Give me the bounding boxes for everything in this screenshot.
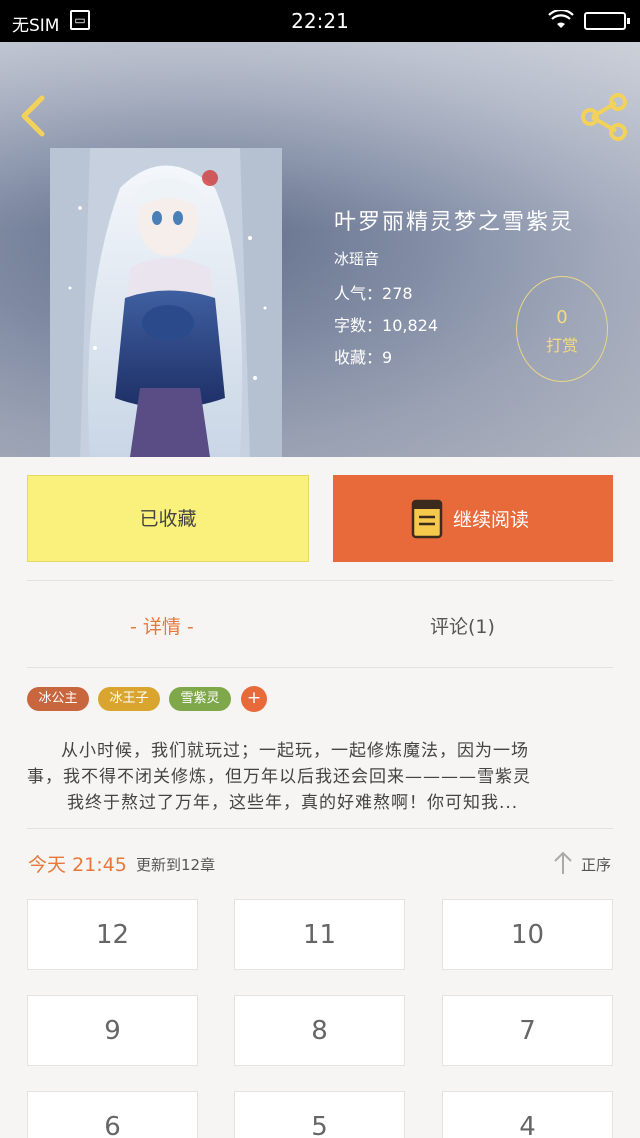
continue-reading-button[interactable]: 继续阅读 (333, 475, 613, 562)
add-tag-button[interactable]: + (241, 686, 267, 712)
chapter-button[interactable]: 8 (234, 995, 405, 1066)
battery-icon (584, 12, 630, 30)
chapter-button[interactable]: 7 (442, 995, 613, 1066)
tag-xue-ziling[interactable]: 雪紫灵 (169, 687, 231, 711)
share-icon[interactable] (578, 92, 630, 142)
popularity-value: 278 (382, 284, 413, 303)
update-clock: 21:45 (72, 854, 127, 876)
wifi-icon (548, 10, 574, 28)
continue-reading-label: 继续阅读 (453, 509, 530, 531)
chapter-button[interactable]: 9 (27, 995, 198, 1066)
chapter-button[interactable]: 10 (442, 899, 613, 970)
word-count-label: 字数： (334, 316, 383, 335)
clock: 22:21 (291, 9, 349, 33)
popularity-label: 人气： (334, 284, 383, 303)
status-bar: 无SIM ▭ 22:21 (0, 0, 640, 42)
summary-line: 事，我不得不闭关修炼，但万年以后我还会回来————雪紫灵 (27, 767, 531, 787)
book-author: 冰瑶音 (334, 250, 380, 268)
collect-count-label: 收藏： (334, 348, 383, 367)
update-time: 今天 21:45 (28, 850, 127, 877)
tab-detail[interactable]: - 详情 - (130, 612, 194, 639)
sort-order-toggle[interactable]: 正序 (581, 854, 611, 875)
collect-count-value: 9 (382, 348, 393, 367)
chapter-button[interactable]: 5 (234, 1091, 405, 1138)
book-header: 叶罗丽精灵梦之雪紫灵 冰瑶音 人气：278 字数：10,824 收藏：9 0 打… (0, 42, 640, 457)
chapter-button[interactable]: 6 (27, 1091, 198, 1138)
reward-button[interactable]: 0 打赏 (516, 276, 608, 382)
popularity-row: 人气：278 (334, 280, 413, 304)
tag-ice-prince[interactable]: 冰王子 (98, 687, 160, 711)
word-count-row: 字数：10,824 (334, 312, 438, 336)
divider (27, 828, 613, 829)
book-summary[interactable]: 从小时候，我们就玩过；一起玩，一起修炼魔法，因为一场 事，我不得不闭关修炼，但万… (27, 738, 587, 816)
update-day: 今天 (28, 854, 67, 876)
divider (27, 580, 613, 581)
reward-count: 0 (556, 307, 568, 328)
reward-label: 打赏 (545, 336, 578, 355)
summary-line: 从小时候，我们就玩过；一起玩，一起修炼魔法，因为一场 (61, 741, 529, 761)
chapter-button[interactable]: 12 (27, 899, 198, 970)
book-cover-image (50, 148, 282, 457)
tab-comments[interactable]: 评论(1) (430, 612, 495, 639)
summary-line: 我终于熬过了万年，这些年，真的好难熬啊！你可知我... (67, 793, 519, 813)
collect-count-row: 收藏：9 (334, 344, 392, 368)
tag-ice-princess[interactable]: 冰公主 (27, 687, 89, 711)
word-count-value: 10,824 (382, 316, 438, 335)
book-icon (411, 499, 443, 539)
update-status: 更新到12章 (136, 856, 216, 874)
collected-button[interactable]: 已收藏 (27, 475, 309, 562)
divider (27, 667, 613, 668)
sort-arrow-icon[interactable] (553, 851, 573, 875)
book-title: 叶罗丽精灵梦之雪紫灵 (334, 210, 575, 235)
back-icon[interactable] (14, 94, 54, 138)
chapter-button[interactable]: 4 (442, 1091, 613, 1138)
chapter-button[interactable]: 11 (234, 899, 405, 970)
